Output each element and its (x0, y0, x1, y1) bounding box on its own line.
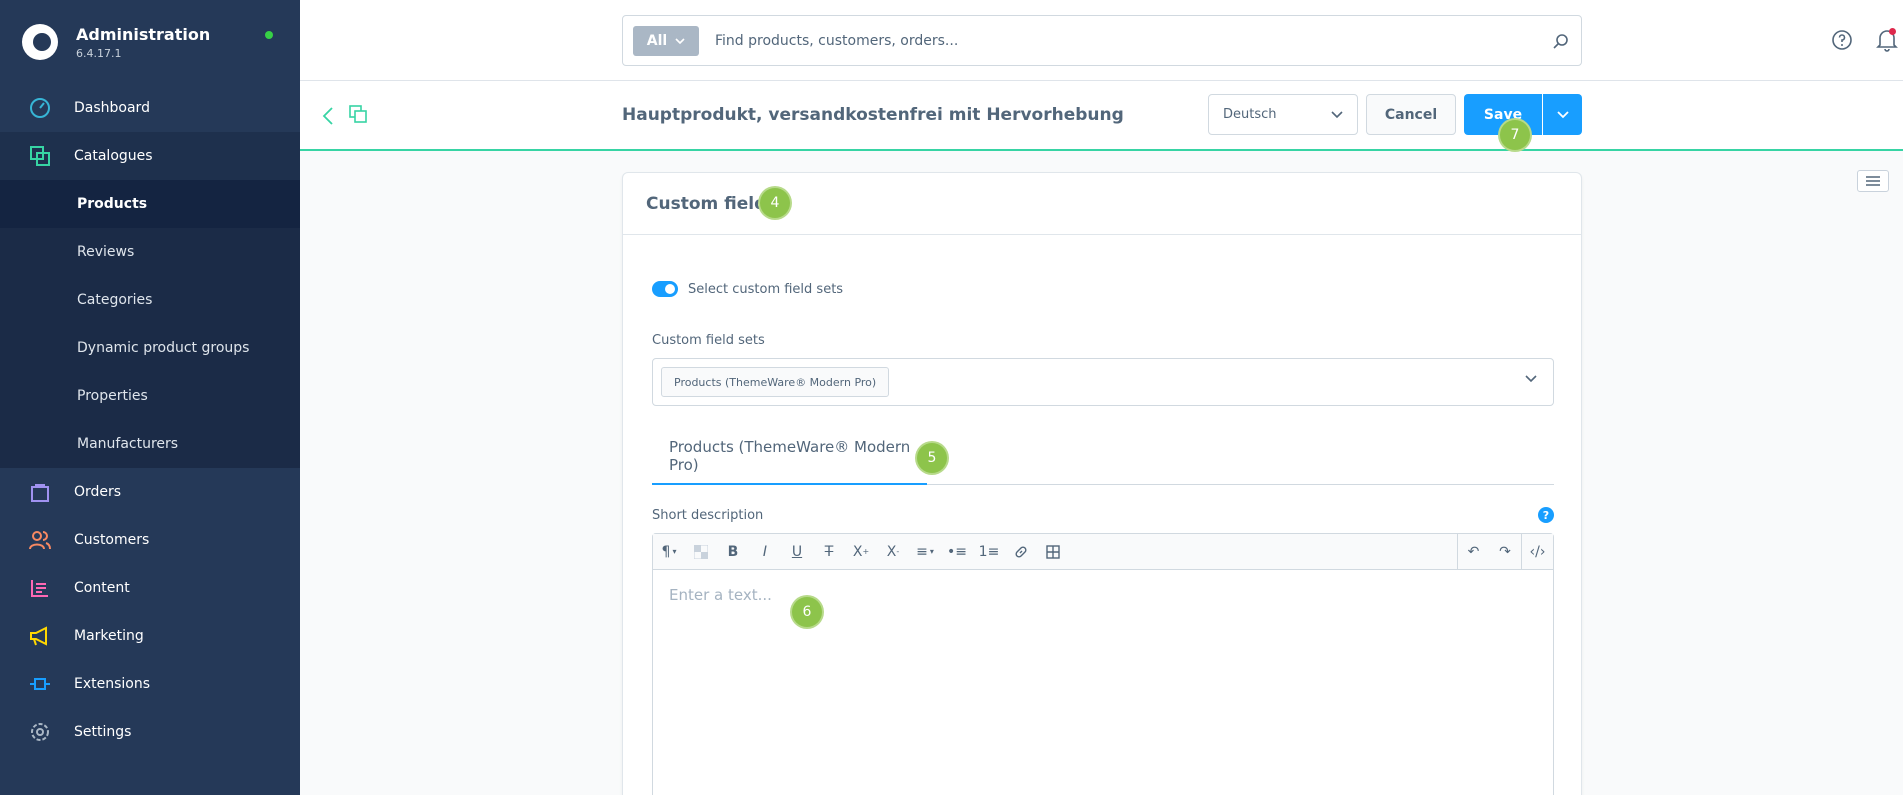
search-type-label: All (646, 32, 668, 49)
dashboard-icon (28, 96, 52, 120)
nav-customers-label: Customers (74, 532, 150, 548)
editor-toolbar-right: ↶ ↷ ‹/› (1457, 534, 1553, 570)
bold-icon[interactable]: B (717, 534, 749, 570)
step-badge: 5 (917, 443, 947, 473)
subnav-categories[interactable]: Categories (0, 276, 300, 324)
card-title: Custom fields (646, 193, 777, 214)
subnav-reviews[interactable]: Reviews (0, 228, 300, 276)
editor-toolbar: ¶ ▾ B I U T X + X- ≡ ▾ •≡ 1≡ ↶ ↷ ‹/› (653, 534, 1553, 570)
subnav-properties[interactable]: Properties (0, 372, 300, 420)
subnav-dynamic-product-groups[interactable]: Dynamic product groups (0, 324, 300, 372)
nav-marketing[interactable]: Marketing (0, 612, 300, 660)
custom-field-set-tabs: Products (ThemeWare® Modern Pro) (652, 429, 1554, 485)
italic-icon[interactable]: I (749, 534, 781, 570)
duplicate-icon[interactable] (349, 105, 367, 127)
shopware-logo-icon (22, 24, 58, 60)
subnav-manufacturers[interactable]: Manufacturers (0, 420, 300, 468)
nav-catalogues[interactable]: Catalogues (0, 132, 300, 180)
step-badge: 7 (1500, 120, 1530, 150)
selected-set-chip[interactable]: Products (ThemeWare® Modern Pro) (661, 367, 890, 397)
custom-field-sets-toggle-row: Select custom field sets (652, 281, 843, 297)
main-nav: Dashboard Catalogues Products Reviews Ca… (0, 84, 300, 756)
superscript-icon[interactable]: X + (845, 534, 877, 570)
custom-fields-card: Custom fields 4 Select custom field sets… (622, 172, 1582, 795)
nav-marketing-label: Marketing (74, 628, 144, 644)
custom-field-sets-label: Custom field sets (652, 333, 765, 348)
back-arrow-icon[interactable] (322, 106, 334, 130)
subnav-products[interactable]: Products (0, 180, 300, 228)
redo-icon[interactable]: ↷ (1489, 534, 1521, 570)
cancel-button[interactable]: Cancel (1366, 94, 1456, 135)
chevron-down-icon (1331, 110, 1343, 118)
paragraph-format-icon[interactable]: ¶ ▾ (653, 534, 685, 570)
unordered-list-icon[interactable]: •≡ (941, 534, 973, 570)
link-icon[interactable] (1005, 534, 1037, 570)
sidebar-menu-icon[interactable] (1857, 170, 1889, 192)
content-icon (28, 576, 52, 600)
customers-icon (28, 528, 52, 552)
gear-icon (28, 720, 52, 744)
custom-field-sets-select[interactable]: Products (ThemeWare® Modern Pro) (652, 358, 1554, 406)
language-select[interactable]: Deutsch (1208, 94, 1358, 135)
save-options-button[interactable] (1543, 94, 1582, 135)
custom-field-sets-switch[interactable] (652, 281, 678, 297)
help-icon[interactable] (1831, 29, 1853, 55)
toggle-label: Select custom field sets (688, 281, 844, 297)
shopping-bag-icon (28, 480, 52, 504)
undo-icon[interactable]: ↶ (1457, 534, 1489, 570)
text-editor: ¶ ▾ B I U T X + X- ≡ ▾ •≡ 1≡ ↶ ↷ ‹/› Ent… (652, 533, 1554, 795)
nav-settings-label: Settings (74, 724, 132, 740)
search-icon[interactable] (1541, 33, 1581, 49)
status-dot (265, 31, 273, 39)
nav-settings[interactable]: Settings (0, 708, 300, 756)
nav-extensions[interactable]: Extensions (0, 660, 300, 708)
sidebar: Administration 6.4.17.1 Dashboard Catalo… (0, 0, 300, 795)
nav-dashboard[interactable]: Dashboard (0, 84, 300, 132)
search-input[interactable] (699, 32, 1541, 49)
ordered-list-icon[interactable]: 1≡ (973, 534, 1005, 570)
step-badge: 6 (792, 597, 822, 627)
megaphone-icon (28, 624, 52, 648)
brand[interactable]: Administration 6.4.17.1 (0, 0, 300, 84)
tab-label: Products (ThemeWare® Modern Pro) (669, 438, 911, 474)
search-type-select[interactable]: All (633, 25, 699, 56)
catalogues-icon (28, 144, 52, 168)
chevron-down-icon (1525, 375, 1537, 383)
editor-content[interactable]: Enter a text... (653, 570, 1553, 620)
brand-version: 6.4.17.1 (76, 46, 122, 60)
catalogues-subnav: Products Reviews Categories Dynamic prod… (0, 180, 300, 468)
chevron-down-icon (675, 37, 685, 44)
text-align-icon[interactable]: ≡ ▾ (909, 534, 941, 570)
nav-orders[interactable]: Orders (0, 468, 300, 516)
nav-extensions-label: Extensions (74, 676, 151, 692)
top-bar: All (300, 0, 1903, 81)
strikethrough-icon[interactable]: T (813, 534, 845, 570)
chevron-down-icon (1556, 110, 1569, 118)
underline-icon[interactable]: U (781, 534, 813, 570)
plug-icon (28, 672, 52, 696)
nav-customers[interactable]: Customers (0, 516, 300, 564)
global-search: All (622, 15, 1582, 66)
short-description-label: Short description (652, 508, 764, 523)
code-view-icon[interactable]: ‹/› (1521, 534, 1553, 570)
nav-dashboard-label: Dashboard (74, 100, 150, 116)
nav-orders-label: Orders (74, 484, 122, 500)
notification-dot (1889, 28, 1896, 35)
table-icon[interactable] (1037, 534, 1069, 570)
tab-themeware-modern-pro[interactable]: Products (ThemeWare® Modern Pro) (652, 429, 927, 485)
subscript-icon[interactable]: X- (877, 534, 909, 570)
editor-placeholder: Enter a text... (669, 586, 772, 604)
step-badge: 4 (760, 188, 790, 218)
language-select-value: Deutsch (1223, 107, 1277, 122)
brand-title: Administration (76, 24, 211, 44)
background-color-icon[interactable] (685, 534, 717, 570)
nav-content-label: Content (74, 580, 130, 596)
nav-catalogues-label: Catalogues (74, 148, 153, 164)
nav-content[interactable]: Content (0, 564, 300, 612)
bell-icon[interactable] (1876, 28, 1898, 56)
smart-bar: Hauptprodukt, versandkostenfrei mit Herv… (300, 81, 1903, 151)
help-icon[interactable]: ? (1538, 507, 1554, 523)
page-title: Hauptprodukt, versandkostenfrei mit Herv… (622, 105, 1124, 125)
